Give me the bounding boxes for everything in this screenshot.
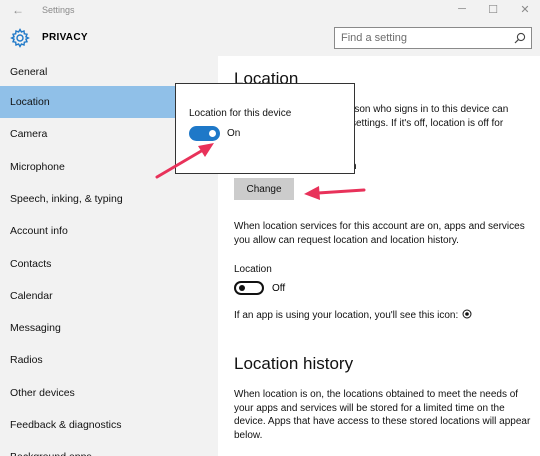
search-input[interactable]: [335, 28, 505, 48]
location-history-text: When location is on, the locations obtai…: [234, 389, 531, 441]
close-button[interactable]: ✕: [515, 3, 535, 16]
sidebar-item-feedback[interactable]: Feedback & diagnostics: [0, 409, 218, 441]
intro-text-line-1: rson who signs in to this device can: [351, 104, 509, 115]
minimize-button[interactable]: ─: [452, 3, 472, 15]
change-button[interactable]: Change: [234, 178, 294, 200]
sidebar-item-radios[interactable]: Radios: [0, 344, 218, 376]
device-location-toggle[interactable]: [189, 126, 220, 141]
sidebar-item-calendar[interactable]: Calendar: [0, 280, 218, 312]
page-title: PRIVACY: [42, 32, 88, 43]
sidebar-item-speech[interactable]: Speech, inking, & typing: [0, 183, 218, 215]
gear-icon: [10, 28, 30, 48]
title-bar: ← Settings ─ ☐ ✕: [0, 0, 540, 22]
back-arrow-icon[interactable]: ←: [12, 3, 24, 17]
device-location-label: Location for this device: [189, 108, 292, 119]
location-icon-note: If an app is using your location, you'll…: [234, 310, 459, 321]
location-toggle-state: Off: [272, 283, 286, 294]
location-toggle[interactable]: [234, 281, 264, 295]
window-title: Settings: [42, 5, 75, 15]
maximize-button[interactable]: ☐: [483, 3, 503, 16]
device-location-state: On: [227, 128, 241, 139]
location-device-popup: Location for this device On: [175, 83, 355, 174]
account-location-text: When location services for this account …: [234, 221, 525, 246]
page-header: PRIVACY: [0, 22, 540, 56]
toggle-knob: [239, 285, 245, 291]
toggle-knob: [209, 130, 216, 137]
sidebar-item-contacts[interactable]: Contacts: [0, 248, 218, 280]
sidebar-item-messaging[interactable]: Messaging: [0, 312, 218, 344]
sidebar-item-account-info[interactable]: Account info: [0, 215, 218, 247]
intro-text-line-3: n: [351, 160, 391, 174]
search-icon[interactable]: [514, 32, 526, 44]
location-in-use-icon: [462, 309, 472, 319]
location-toggle-label: Location: [234, 264, 272, 275]
sidebar-item-other-devices[interactable]: Other devices: [0, 377, 218, 409]
location-history-heading: Location history: [234, 354, 354, 373]
search-box[interactable]: [334, 27, 532, 49]
intro-text-line-2: settings. If it's off, location is off f…: [351, 118, 504, 129]
sidebar-item-background-apps[interactable]: Background apps: [0, 441, 218, 456]
